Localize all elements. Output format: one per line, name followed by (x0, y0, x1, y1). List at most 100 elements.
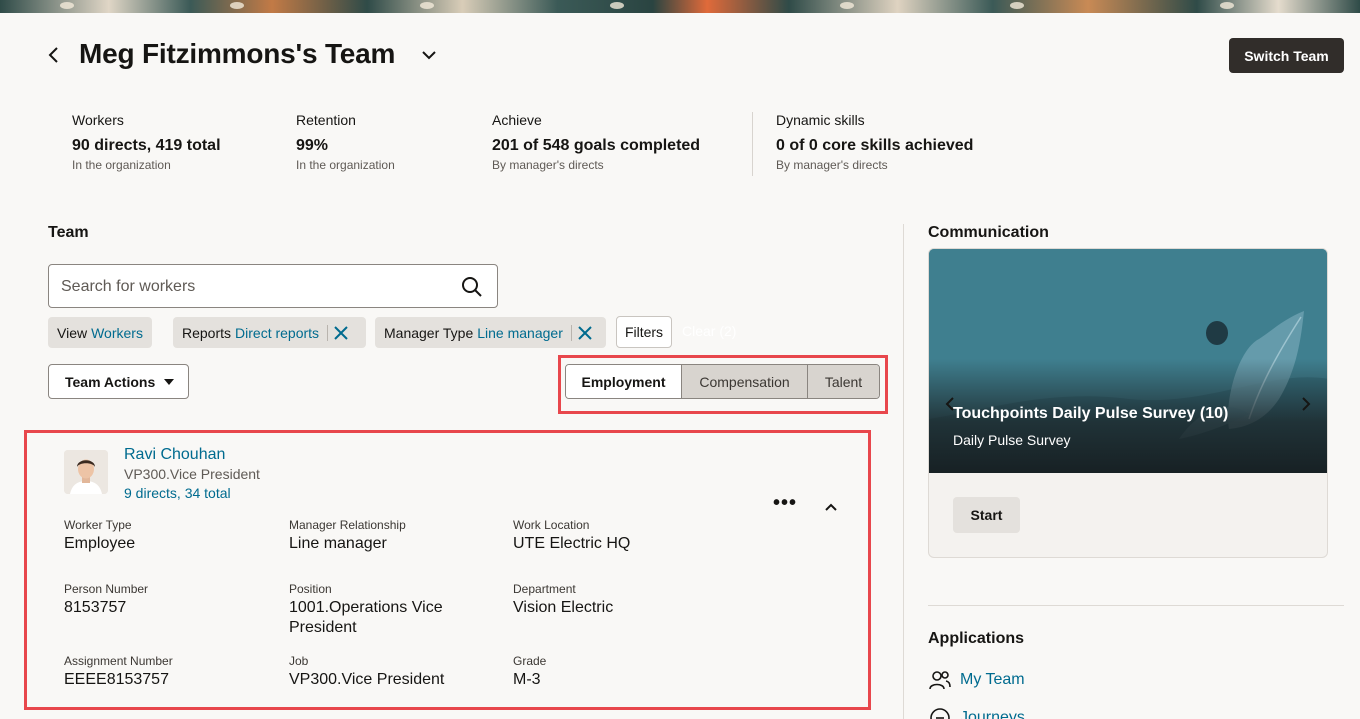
metric-sub: By manager's directs (492, 158, 604, 172)
people-icon (928, 668, 952, 692)
clear-filters-link[interactable]: Clear (2) (682, 323, 736, 339)
metric-sub: In the organization (296, 158, 395, 172)
field-value: Employee (64, 535, 136, 552)
search-input[interactable] (61, 275, 441, 299)
chevron-up-icon (825, 503, 837, 511)
app-link-label: Journeys (960, 709, 1025, 719)
tab-talent[interactable]: Talent (807, 365, 879, 398)
view-tab-group: Employment Compensation Talent (565, 364, 880, 399)
decorative-banner (0, 0, 1360, 13)
field-label: Manager Relationship (289, 518, 406, 532)
field-label: Person Number (64, 582, 149, 596)
chevron-left-icon (945, 397, 954, 411)
chip-key: Reports (182, 324, 232, 341)
more-actions-button[interactable]: ••• (770, 493, 800, 518)
chevron-down-icon (422, 51, 436, 60)
chip-key: Manager Type (384, 324, 474, 341)
field-value: Vision Electric (513, 599, 614, 616)
close-icon[interactable] (328, 317, 354, 348)
applications-section-title: Applications (928, 630, 1025, 647)
chip-value: Line manager (477, 324, 563, 341)
field-label: Work Location (513, 518, 590, 532)
metric-label: Workers (72, 112, 124, 128)
metric-sub: In the organization (72, 158, 171, 172)
field-label: Job (289, 654, 309, 668)
chip-value: Workers (91, 324, 143, 341)
survey-card: Touchpoints Daily Pulse Survey (10) Dail… (928, 248, 1328, 558)
metric-label: Achieve (492, 112, 542, 128)
caret-down-icon (164, 379, 174, 385)
avatar[interactable] (64, 450, 108, 494)
field-assignment-number: Assignment Number EEEE8153757 (64, 654, 274, 690)
field-person-number: Person Number 8153757 (64, 582, 274, 618)
field-department: Department Vision Electric (513, 582, 723, 618)
team-section-title: Team (48, 224, 89, 241)
team-selector-chevron[interactable] (420, 48, 438, 62)
field-worker-type: Worker Type Employee (64, 518, 274, 554)
survey-title: Touchpoints Daily Pulse Survey (10) (953, 405, 1229, 422)
metric-label: Dynamic skills (776, 112, 865, 128)
chip-value: Direct reports (235, 324, 320, 341)
employee-directs-link[interactable]: 9 directs, 34 total (124, 485, 231, 501)
metric-workers: Workers 90 directs, 419 total In the org… (72, 112, 221, 172)
field-manager-relationship: Manager Relationship Line manager (289, 518, 499, 554)
search-icon[interactable] (461, 276, 483, 298)
field-value: Line manager (289, 535, 387, 552)
team-actions-label: Team Actions (65, 373, 156, 390)
field-job: Job VP300.Vice President (289, 654, 499, 690)
close-icon[interactable] (572, 317, 598, 348)
collapse-button[interactable] (821, 498, 841, 516)
page-title: Meg Fitzimmons's Team (79, 38, 396, 69)
worker-search (48, 264, 498, 308)
tab-compensation[interactable]: Compensation (681, 365, 807, 398)
column-divider (903, 224, 904, 719)
communication-section-title: Communication (928, 224, 1049, 241)
metric-divider (752, 112, 753, 176)
employee-job: VP300.Vice President (124, 466, 260, 482)
switch-team-button[interactable]: Switch Team (1229, 38, 1344, 73)
metric-value: 99% (296, 137, 329, 154)
metric-retention: Retention 99% In the organization (296, 112, 395, 172)
field-label: Department (513, 582, 576, 596)
filter-chip-reports[interactable]: Reports Direct reports (173, 317, 366, 348)
section-divider (928, 605, 1344, 606)
tab-employment[interactable]: Employment (566, 365, 681, 398)
journey-icon (928, 706, 952, 719)
field-value: 1001.Operations Vice President (289, 599, 443, 636)
field-value: EEEE8153757 (64, 671, 169, 688)
metric-value: 90 directs, 419 total (72, 137, 221, 154)
chip-key: View (57, 324, 88, 341)
metric-value: 201 of 548 goals completed (492, 137, 701, 154)
field-label: Grade (513, 654, 547, 668)
metric-sub: By manager's directs (776, 158, 888, 172)
field-position: Position 1001.Operations Vice President (289, 582, 474, 638)
metric-label: Retention (296, 112, 356, 128)
field-value: VP300.Vice President (289, 671, 445, 688)
field-work-location: Work Location UTE Electric HQ (513, 518, 723, 554)
chevron-right-icon (1302, 397, 1311, 411)
field-grade: Grade M-3 (513, 654, 723, 690)
start-survey-button[interactable]: Start (953, 497, 1020, 533)
app-link-label: My Team (960, 671, 1025, 688)
field-label: Worker Type (64, 518, 132, 532)
filter-chip-manager-type[interactable]: Manager Type Line manager (375, 317, 606, 348)
field-label: Assignment Number (64, 654, 173, 668)
team-actions-menu[interactable]: Team Actions (48, 364, 189, 399)
employee-name-link[interactable]: Ravi Chouhan (124, 446, 225, 464)
employee-card: Ravi Chouhan VP300.Vice President 9 dire… (28, 434, 867, 706)
filter-chip-view[interactable]: View Workers (48, 317, 152, 348)
chevron-left-icon (48, 47, 58, 63)
metric-value: 0 of 0 core skills achieved (776, 137, 974, 154)
field-value: 8153757 (64, 599, 127, 616)
carousel-next-button[interactable] (1299, 395, 1313, 413)
app-link-my-team[interactable]: My Team (928, 668, 1025, 692)
field-label: Position (289, 582, 332, 596)
field-value: M-3 (513, 671, 541, 688)
carousel-prev-button[interactable] (943, 395, 957, 413)
app-link-journeys[interactable]: Journeys (928, 706, 1025, 719)
field-value: UTE Electric HQ (513, 535, 631, 552)
filters-button[interactable]: Filters (616, 316, 672, 348)
back-button[interactable] (44, 44, 64, 66)
metric-dynamic-skills: Dynamic skills 0 of 0 core skills achiev… (776, 112, 973, 172)
metric-achieve: Achieve 201 of 548 goals completed By ma… (492, 112, 700, 172)
